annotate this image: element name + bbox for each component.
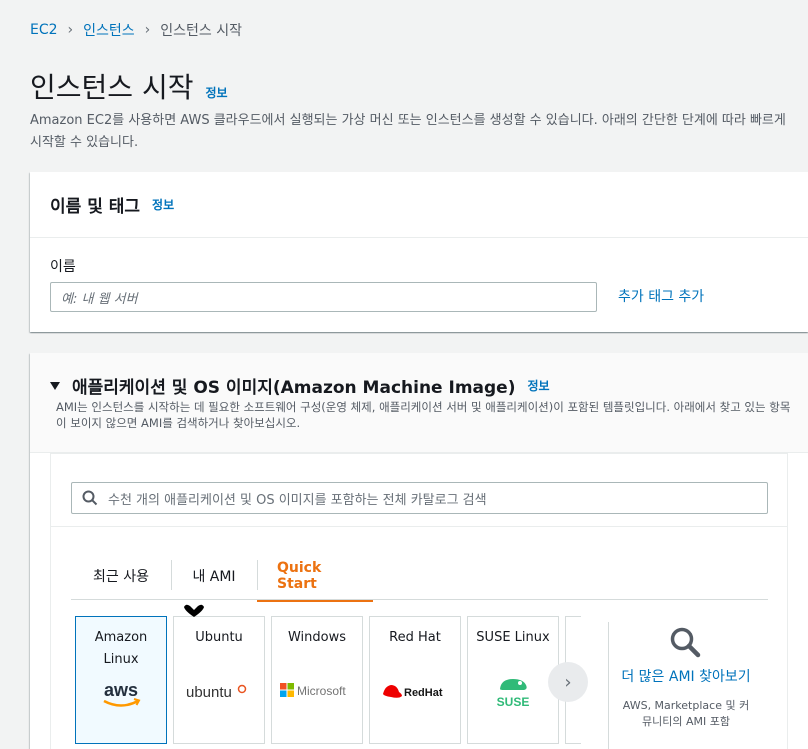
breadcrumb-current: 인스턴스 시작	[160, 23, 243, 39]
divider	[608, 622, 609, 749]
svg-text:Microsoft: Microsoft	[297, 684, 346, 698]
ami-tile-suse-linux[interactable]: SUSE Linux SUSE	[467, 616, 559, 744]
ami-panel-title: 애플리케이션 및 OS 이미지(Amazon Machine Image)	[72, 378, 516, 398]
page-info-link[interactable]: 정보	[205, 84, 227, 101]
name-and-tags-panel: 이름 및 태그 정보 이름 예: 내 웹 서버 추가 태그 추가	[30, 172, 808, 332]
ami-panel-description: AMI는 인스턴스를 시작하는 데 필요한 소프트웨어 구성(운영 체제, 애플…	[56, 400, 791, 430]
suse-logo-icon: SUSE	[468, 673, 558, 709]
ami-selector: 수천 개의 애플리케이션 및 OS 이미지를 포함하는 전체 카탈로그 검색 최…	[50, 453, 788, 749]
aws-logo-icon: aws	[76, 681, 166, 711]
name-panel-header: 이름 및 태그 정보	[30, 172, 808, 238]
svg-text:ubuntu: ubuntu	[186, 684, 232, 701]
name-input-placeholder: 예: 내 웹 서버	[61, 291, 138, 307]
browse-more-amis[interactable]: 더 많은 AMI 찾아보기 AWS, Marketplace 및 커뮤니티의 A…	[621, 622, 751, 730]
ami-panel: 애플리케이션 및 OS 이미지(Amazon Machine Image) 정보…	[30, 353, 808, 749]
svg-text:SUSE: SUSE	[497, 695, 530, 709]
svg-text:RedHat: RedHat	[404, 687, 443, 699]
page-description: Amazon EC2를 사용하면 AWS 클라우드에서 실행되는 가상 머신 또…	[30, 113, 786, 150]
ami-tile-name: Red Hat	[389, 630, 441, 645]
breadcrumb-ec2[interactable]: EC2	[30, 22, 58, 38]
ami-search-placeholder: 수천 개의 애플리케이션 및 OS 이미지를 포함하는 전체 카탈로그 검색	[108, 492, 487, 508]
ami-tile-red-hat[interactable]: Red Hat RedHat	[369, 616, 461, 744]
search-icon	[82, 490, 98, 506]
ami-tile-name: Amazon Linux	[94, 630, 148, 667]
browse-more-amis-subtitle: AWS, Marketplace 및 커뮤니티의 AMI 포함	[622, 699, 750, 728]
ami-tile-amazon-linux[interactable]: Amazon Linux aws	[75, 616, 167, 744]
ami-panel-header: 애플리케이션 및 OS 이미지(Amazon Machine Image) 정보…	[30, 353, 808, 453]
chevron-right-icon: ›	[144, 22, 151, 38]
ami-title-row[interactable]: 애플리케이션 및 OS 이미지(Amazon Machine Image) 정보	[50, 373, 550, 398]
next-page-button[interactable]: ›	[548, 662, 588, 702]
ubuntu-logo-icon: ubuntu	[174, 681, 264, 703]
svg-text:aws: aws	[104, 681, 138, 700]
tab-my-ami[interactable]: 내 AMI	[171, 552, 257, 600]
name-panel-info-link[interactable]: 정보	[152, 196, 174, 213]
browse-more-amis-link[interactable]: 더 많은 AMI 찾아보기	[621, 666, 751, 688]
ami-tile-name: Ubuntu	[195, 630, 243, 645]
ami-tiles: Amazon Linux aws Ubuntu ubuntu Windows M…	[75, 616, 581, 746]
microsoft-logo-icon: Microsoft	[272, 681, 362, 699]
ami-tile-name: SUSE Linux	[476, 630, 550, 645]
red-hat-logo-icon: RedHat	[370, 681, 460, 701]
ami-tabs: 최근 사용 내 AMI Quick Start	[71, 552, 768, 602]
chevron-right-icon: ›	[67, 22, 74, 38]
name-input[interactable]: 예: 내 웹 서버	[50, 282, 597, 312]
page-header: 인스턴스 시작 정보	[30, 66, 228, 106]
breadcrumb: EC2 › 인스턴스 › 인스턴스 시작	[30, 20, 242, 40]
magnifier-icon	[621, 626, 751, 660]
tab-quick-start[interactable]: Quick Start	[257, 552, 373, 602]
ami-tile-name: Windows	[287, 630, 347, 645]
chevron-right-icon: ›	[564, 671, 572, 693]
caret-down-icon[interactable]	[50, 381, 60, 390]
name-panel-title: 이름 및 태그	[50, 197, 141, 217]
ami-panel-info-link[interactable]: 정보	[527, 377, 549, 394]
divider	[51, 526, 787, 527]
cursor-icon	[184, 604, 204, 617]
page-title: 인스턴스 시작	[30, 71, 194, 104]
ami-search-input[interactable]: 수천 개의 애플리케이션 및 OS 이미지를 포함하는 전체 카탈로그 검색	[71, 482, 768, 514]
name-field-label: 이름	[50, 259, 76, 275]
tab-recent[interactable]: 최근 사용	[71, 552, 171, 600]
ami-tile-windows[interactable]: Windows Microsoft	[271, 616, 363, 744]
add-additional-tags-link[interactable]: 추가 태그 추가	[618, 286, 704, 306]
breadcrumb-instances[interactable]: 인스턴스	[83, 20, 135, 40]
ami-tile-ubuntu[interactable]: Ubuntu ubuntu	[173, 616, 265, 744]
